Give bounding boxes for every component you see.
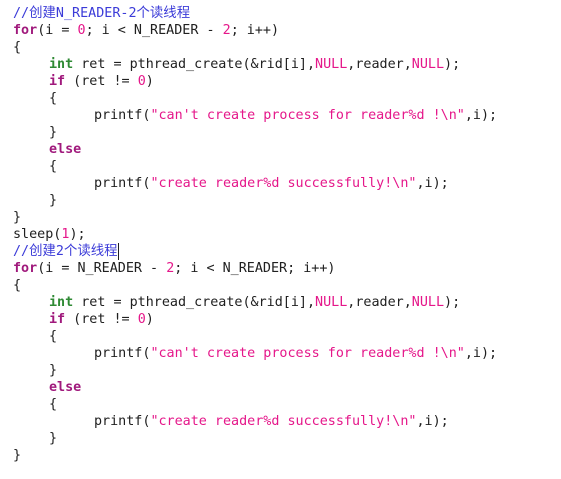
constant-token: NULL [315, 295, 348, 310]
code-text: { [49, 397, 58, 412]
code-line[interactable]: else [13, 141, 561, 158]
number-token: 0 [137, 312, 146, 327]
code-line[interactable]: } [13, 447, 561, 464]
code-text: ret = pthread_create(&rid[i], [73, 57, 316, 72]
code-line[interactable]: for(i = N_READER - 2; i < N_READER; i++) [13, 260, 561, 277]
code-text: ret = pthread_create(&rid[i], [73, 295, 316, 310]
code-text: printf( [94, 414, 151, 429]
code-text: ,reader, [347, 295, 412, 310]
code-text: { [13, 278, 22, 293]
keyword-token: for [13, 261, 38, 276]
code-text: (i = N_READER - [37, 261, 167, 276]
number-token: 2 [222, 23, 231, 38]
keyword-token: for [13, 23, 38, 38]
comment-token: N_READER-2 [55, 6, 137, 21]
code-text: sleep( [13, 227, 62, 242]
code-text: { [49, 159, 58, 174]
code-line[interactable]: int ret = pthread_create(&rid[i],NULL,re… [13, 294, 561, 311]
comment-token: 创建 [29, 6, 56, 21]
keyword-token: if [49, 312, 66, 327]
code-text: ) [145, 312, 154, 327]
keyword-token: if [49, 74, 66, 89]
string-token: "create reader%d successfully!\n" [150, 176, 417, 191]
code-text: (i = [37, 23, 78, 38]
code-line[interactable]: { [13, 90, 561, 107]
code-text: { [13, 40, 22, 55]
code-line[interactable]: sleep(1); [13, 226, 561, 243]
code-text: } [13, 210, 22, 225]
code-line[interactable]: } [13, 124, 561, 141]
code-line[interactable]: printf("can't create process for reader%… [13, 107, 561, 124]
constant-token: NULL [411, 57, 445, 72]
code-text: printf( [94, 176, 151, 191]
code-line[interactable]: else [13, 379, 561, 396]
code-text: ,i); [416, 176, 449, 191]
code-line[interactable]: } [13, 362, 561, 379]
comment-token: // [13, 6, 30, 21]
code-editor[interactable]: //创建N_READER-2个读线程 for(i = 0; i < N_READE… [0, 0, 561, 479]
type-token: int [49, 295, 74, 310]
comment-token: 创建 [29, 244, 56, 259]
code-line[interactable]: printf("can't create process for reader%… [13, 345, 561, 362]
code-line[interactable]: { [13, 396, 561, 413]
code-text: ); [444, 57, 461, 72]
string-token: "create reader%d successfully!\n" [150, 414, 417, 429]
code-line[interactable]: for(i = 0; i < N_READER - 2; i++) [13, 22, 561, 39]
keyword-token: else [49, 380, 82, 395]
code-line[interactable]: { [13, 328, 561, 345]
code-text: } [49, 193, 58, 208]
code-text: ,i); [464, 346, 498, 361]
code-text: ,reader, [347, 57, 412, 72]
code-text: ; i < N_READER; i++) [174, 261, 336, 276]
keyword-token: else [49, 142, 82, 157]
code-text: ,i); [464, 108, 498, 123]
type-token: int [49, 57, 74, 72]
code-line[interactable]: if (ret != 0) [13, 73, 561, 90]
code-text: ); [69, 227, 86, 242]
code-text: } [49, 363, 58, 378]
code-line[interactable]: } [13, 192, 561, 209]
string-token: "can't create process for reader%d !\n" [150, 108, 465, 123]
code-line[interactable]: printf("create reader%d successfully!\n"… [13, 175, 561, 192]
code-line[interactable]: //创建2个读线程 [13, 243, 561, 260]
code-text: } [13, 448, 22, 463]
code-text: printf( [94, 108, 151, 123]
comment-token: // [13, 244, 30, 259]
code-text: { [49, 91, 58, 106]
code-line[interactable]: } [13, 430, 561, 447]
code-text: ; i < N_READER - [85, 23, 223, 38]
constant-token: NULL [315, 57, 348, 72]
code-text: ); [444, 295, 461, 310]
code-line[interactable]: int ret = pthread_create(&rid[i],NULL,re… [13, 56, 561, 73]
string-token: "can't create process for reader%d !\n" [150, 346, 465, 361]
comment-token: 个读线程 [136, 6, 191, 21]
code-line[interactable]: { [13, 39, 561, 56]
code-text: } [49, 431, 58, 446]
comment-token: 个读线程 [63, 244, 118, 259]
code-text: printf( [94, 346, 151, 361]
code-line[interactable]: } [13, 209, 561, 226]
code-text: (ret != [65, 312, 138, 327]
code-text: ; i++) [230, 23, 280, 38]
code-text: (ret != [65, 74, 138, 89]
code-line[interactable]: { [13, 277, 561, 294]
code-text: ) [145, 74, 154, 89]
code-text: } [49, 125, 58, 140]
code-text: { [49, 329, 58, 344]
code-line[interactable]: printf("create reader%d successfully!\n"… [13, 413, 561, 430]
code-line[interactable]: //创建N_READER-2个读线程 [13, 5, 561, 22]
code-line[interactable]: { [13, 158, 561, 175]
code-line[interactable]: if (ret != 0) [13, 311, 561, 328]
constant-token: NULL [411, 295, 445, 310]
text-cursor [117, 243, 119, 260]
comment-token: 2 [55, 244, 64, 259]
code-text: ,i); [416, 414, 449, 429]
number-token: 0 [137, 74, 146, 89]
number-token: 0 [77, 23, 86, 38]
